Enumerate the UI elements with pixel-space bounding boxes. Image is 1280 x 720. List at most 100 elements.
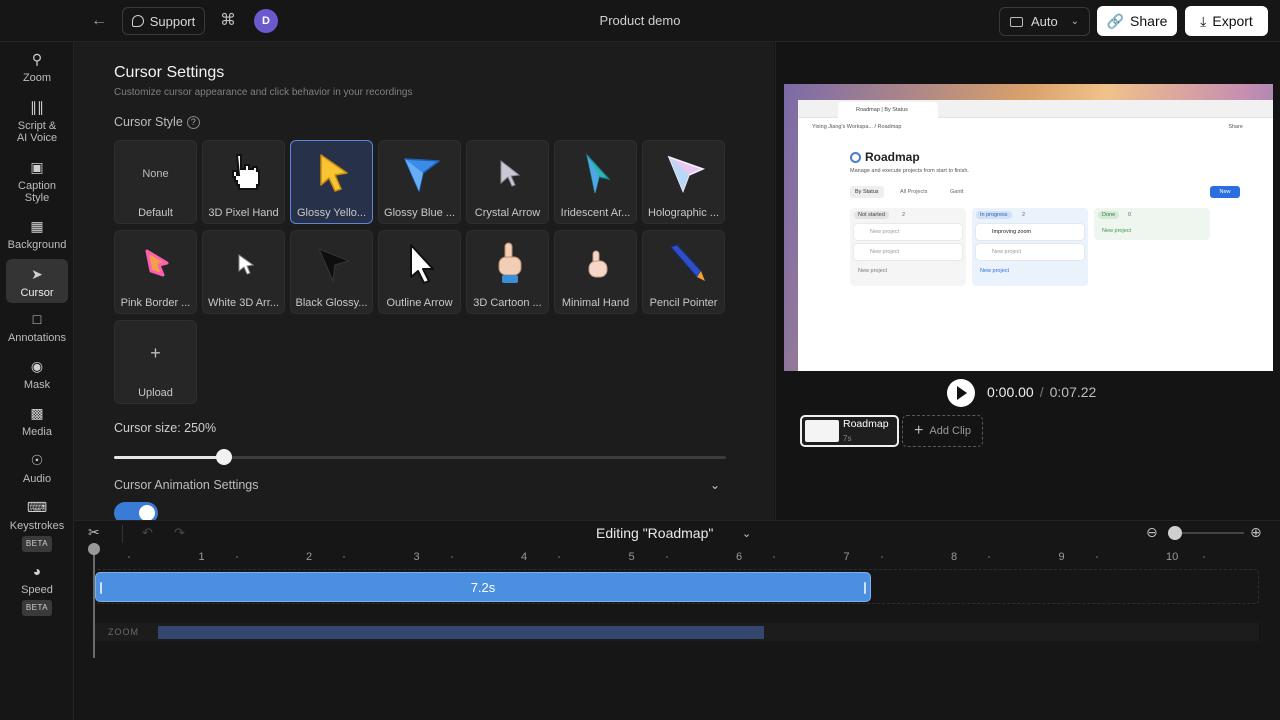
- avatar[interactable]: D: [254, 9, 278, 33]
- sidebar-item-label: Caption Style: [18, 180, 56, 204]
- sidebar-item-label: Zoom: [22, 72, 52, 84]
- sidebar-item-cursor[interactable]: ➤ Cursor: [6, 259, 68, 303]
- cursor-option-holographic[interactable]: Holographic ...: [642, 140, 725, 224]
- cursor-option-pink-border[interactable]: Pink Border ...: [114, 230, 197, 314]
- new-button: New: [1210, 186, 1240, 198]
- cursor-size-slider[interactable]: [114, 449, 726, 465]
- panel-subtitle: Customize cursor appearance and click be…: [114, 87, 413, 98]
- cursor-option-outline-arrow[interactable]: Outline Arrow: [378, 230, 461, 314]
- timeline-zoom-slider[interactable]: [1172, 532, 1244, 534]
- add-project-link: New project: [1102, 228, 1132, 234]
- command-icon[interactable]: ⌘: [218, 10, 238, 32]
- play-button[interactable]: [947, 379, 975, 407]
- ruler-label: 1: [198, 551, 205, 563]
- timeline: ✂ ↶ ↷ Editing "Roadmap" ⌄ ⊖ ⊕ 1234567891…: [74, 520, 1280, 720]
- undo-icon[interactable]: ↶: [142, 525, 153, 541]
- add-clip-button[interactable]: + Add Clip: [902, 415, 983, 447]
- export-button[interactable]: ⤓ Export: [1185, 6, 1268, 36]
- sidebar-item-speed[interactable]: ◕ Speed BETA: [6, 562, 68, 620]
- board-column-done: Done 0 New project: [1094, 208, 1210, 240]
- cursor-option-label: 3D Cartoon ...: [473, 297, 542, 309]
- cursor-settings-panel: Cursor Settings Customize cursor appeara…: [74, 42, 774, 520]
- redo-icon[interactable]: ↷: [174, 525, 185, 541]
- timeline-zoom-thumb[interactable]: [1168, 526, 1182, 540]
- ruler-label: 3: [413, 551, 420, 563]
- cursor-option-label: Crystal Arrow: [474, 207, 541, 219]
- ruler-label: 10: [1166, 551, 1179, 563]
- support-button[interactable]: Support: [122, 7, 205, 35]
- sidebar-item-media[interactable]: ▩ Media: [6, 404, 68, 444]
- total-time: 0:07.22: [1049, 384, 1097, 400]
- cursor-option-minimal-hand[interactable]: Minimal Hand: [554, 230, 637, 314]
- ruler-label: 4: [521, 551, 528, 563]
- zoom-track: ZOOM: [94, 623, 1259, 641]
- sidebar-item-label: Annotations: [7, 332, 67, 344]
- sidebar-item-script-ai-voice[interactable]: ∥∥ Script & AI Voice: [6, 98, 68, 148]
- cursor-option-black-glossy[interactable]: Black Glossy...: [290, 230, 373, 314]
- status-badge: Done: [1098, 211, 1120, 219]
- cursor-option-3d-pixel-hand[interactable]: 3D Pixel Hand: [202, 140, 285, 224]
- panel-title: Cursor Settings: [114, 64, 225, 81]
- cursor-option-crystal-arrow[interactable]: Crystal Arrow: [466, 140, 549, 224]
- cursor-option-label: Pink Border ...: [120, 297, 191, 309]
- layout-dropdown[interactable]: Auto ⌄: [999, 7, 1090, 36]
- sidebar-item-mask[interactable]: ◉ Mask: [6, 357, 68, 397]
- cursor-option-glossy-blue[interactable]: Glossy Blue ...: [378, 140, 461, 224]
- ruler-tick: [450, 556, 453, 558]
- clip-trim-handle-left[interactable]: [100, 582, 102, 594]
- sidebar-item-audio[interactable]: ☉ Audio: [6, 451, 68, 491]
- ruler-label: 9: [1058, 551, 1065, 563]
- sidebar-item-keystrokes[interactable]: ⌨ Keystrokes BETA: [6, 498, 68, 556]
- ruler-tick: [558, 556, 560, 558]
- keyboard-icon: ⌨: [26, 499, 48, 515]
- cursor-style-label: Cursor Style ?: [114, 115, 200, 129]
- help-icon[interactable]: ?: [186, 115, 200, 129]
- project-title[interactable]: Product demo: [540, 0, 740, 42]
- sidebar-item-label: Background: [7, 239, 67, 251]
- ruler-tick: [235, 556, 238, 558]
- sidebar-item-zoom[interactable]: ⚲ Zoom: [6, 50, 68, 90]
- ruler-label: 5: [628, 551, 635, 563]
- cursor-option-label: Outline Arrow: [386, 297, 453, 309]
- chevron-down-icon: ⌄: [1070, 16, 1079, 27]
- iridescent-arrow-icon: [585, 152, 611, 194]
- sidebar-item-annotations[interactable]: □ Annotations: [6, 310, 68, 350]
- ruler-label: 8: [951, 551, 958, 563]
- clip-thumbnail[interactable]: Roadmap 7s: [800, 415, 899, 447]
- slider-thumb[interactable]: [216, 449, 233, 465]
- video-preview[interactable]: Roadmap | By Status Yixing Jiang's Works…: [784, 84, 1273, 371]
- cursor-option-glossy-yellow[interactable]: Glossy Yello...: [290, 140, 373, 224]
- back-arrow-icon[interactable]: ←: [88, 10, 110, 32]
- sidebar-item-background[interactable]: ▦ Background: [6, 217, 68, 257]
- playhead[interactable]: [88, 543, 100, 658]
- cursor-option-3d-cartoon[interactable]: 3D Cartoon ...: [466, 230, 549, 314]
- chevron-down-icon[interactable]: ⌄: [742, 527, 751, 540]
- plus-icon: +: [150, 343, 161, 363]
- share-button[interactable]: 🔗 Share: [1097, 6, 1177, 36]
- ruler-tick: [128, 556, 130, 558]
- cursor-animation-label[interactable]: Cursor Animation Settings: [114, 478, 259, 492]
- cursor-option-pencil-pointer[interactable]: Pencil Pointer: [642, 230, 725, 314]
- sidebar-item-caption-style[interactable]: ▣ Caption Style: [6, 158, 68, 208]
- ruler-label: 6: [736, 551, 743, 563]
- page-share-button: Share: [1228, 124, 1243, 130]
- headphones-icon: ☉: [30, 452, 44, 468]
- zoom-in-icon[interactable]: ⊕: [1250, 524, 1262, 541]
- board-card: New project: [854, 244, 962, 260]
- editing-clip-title[interactable]: Editing "Roadmap": [596, 525, 713, 541]
- clip-trim-handle-right[interactable]: [864, 582, 866, 594]
- image-icon: ▦: [30, 218, 44, 234]
- zoom-segment[interactable]: [158, 626, 764, 639]
- cursor-option-white-3d-arrow[interactable]: White 3D Arr...: [202, 230, 285, 314]
- timeline-clip[interactable]: 7.2s: [95, 572, 871, 602]
- sidebar-item-label: Mask: [23, 379, 51, 391]
- cursor-option-iridescent-arrow[interactable]: Iridescent Ar...: [554, 140, 637, 224]
- cursor-option-default[interactable]: None Default: [114, 140, 197, 224]
- scissors-icon[interactable]: ✂: [88, 524, 100, 541]
- cursor-option-label: Holographic ...: [648, 207, 719, 219]
- zoom-out-icon[interactable]: ⊖: [1146, 524, 1158, 541]
- animation-toggle[interactable]: [114, 502, 158, 520]
- chevron-down-icon[interactable]: ⌄: [710, 478, 720, 492]
- time-ruler[interactable]: 1 2 3 4 5 6 7 8 9 10: [94, 551, 1264, 567]
- cursor-option-upload[interactable]: + Upload: [114, 320, 197, 404]
